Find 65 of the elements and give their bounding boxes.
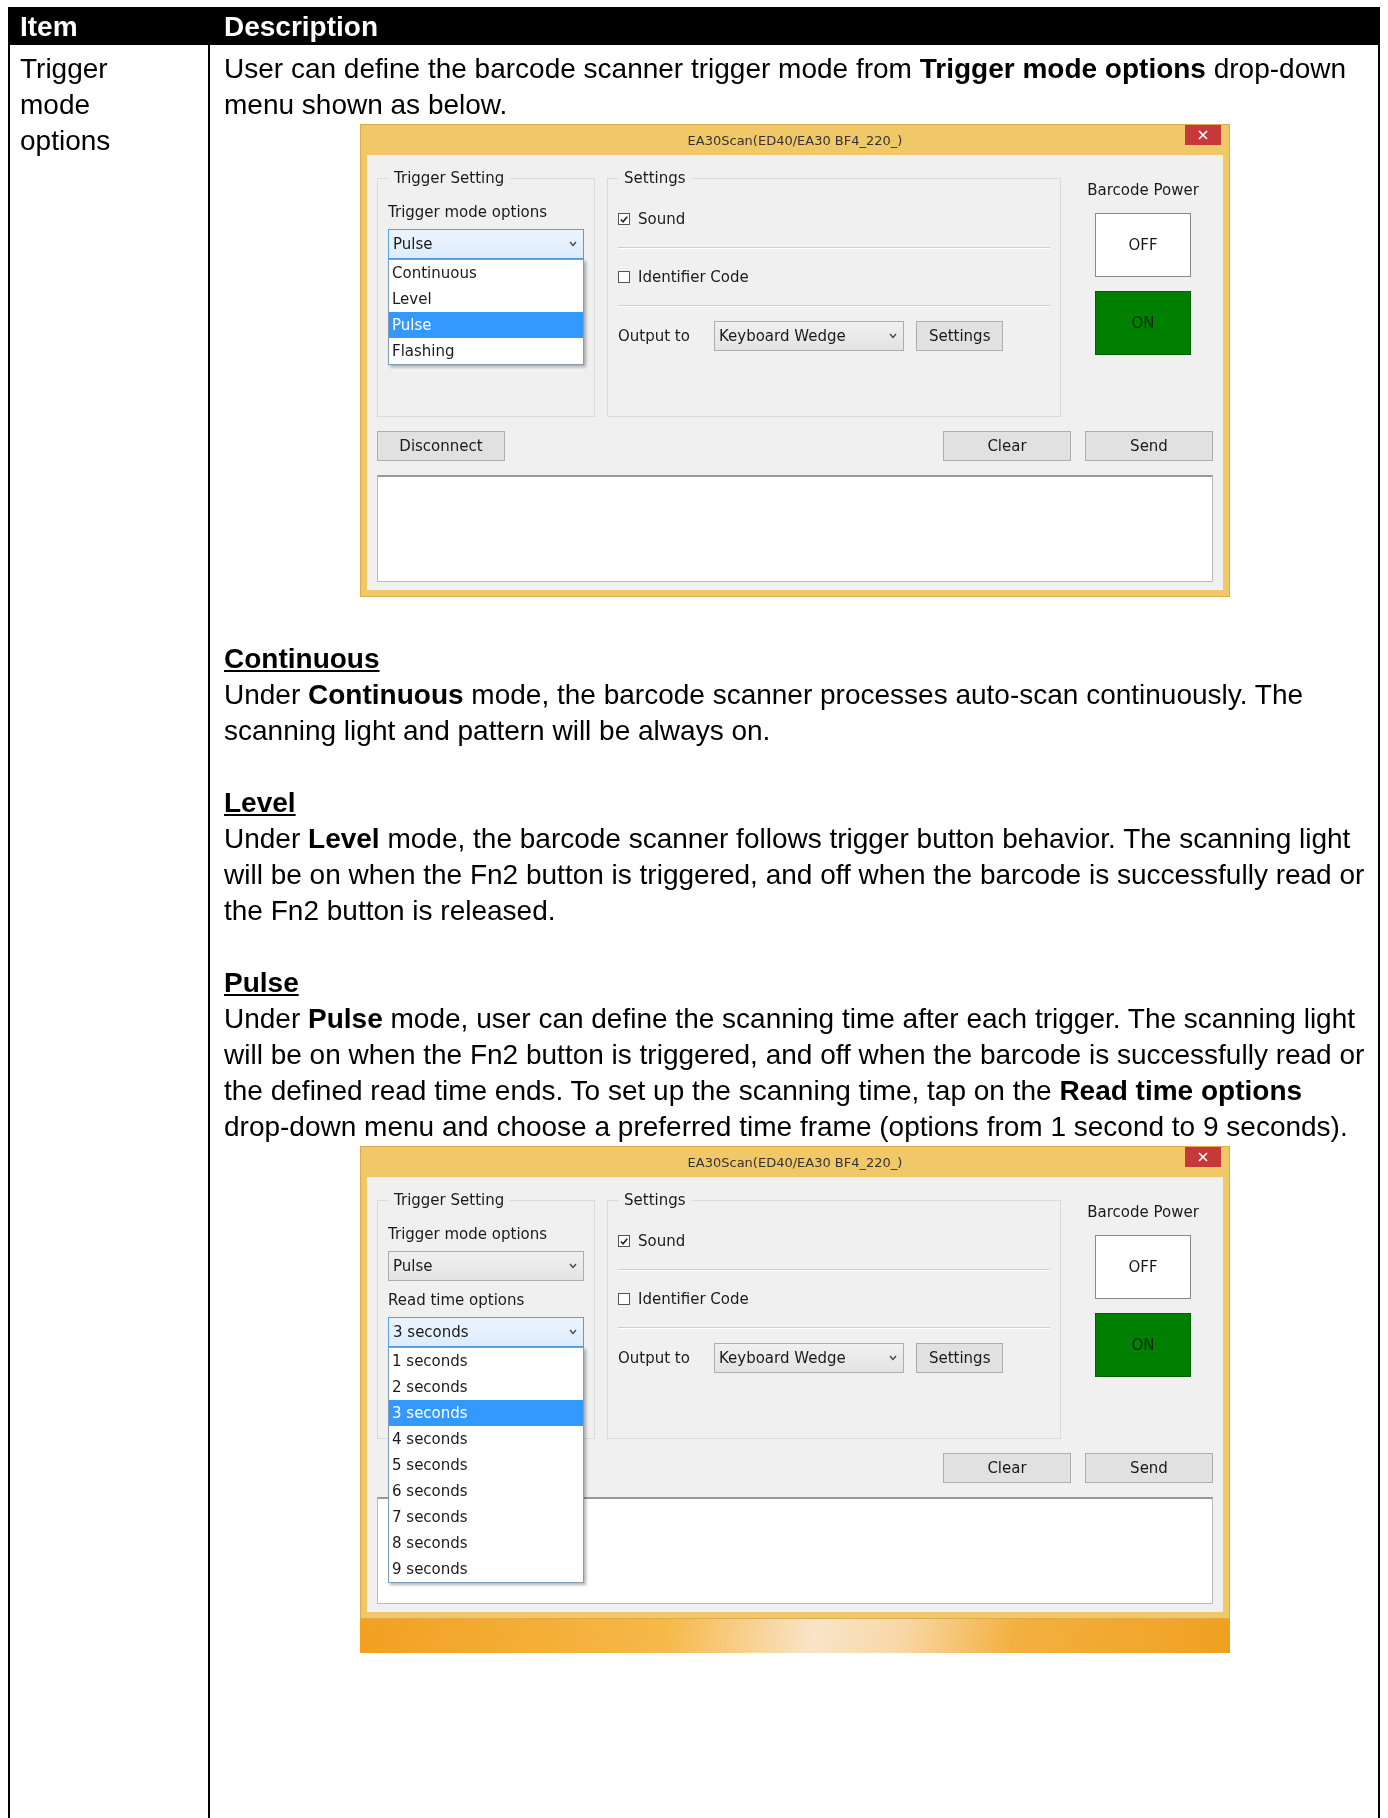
- caret-icon: [888, 333, 897, 339]
- output-label: Output to: [618, 1349, 690, 1367]
- dropdown-label: Trigger mode options: [388, 203, 549, 221]
- dropdown-option[interactable]: 2 seconds: [389, 1374, 583, 1400]
- group-title: Settings: [623, 169, 687, 187]
- checkbox-label: Sound: [638, 210, 686, 228]
- window-title: EA30Scan(ED40/EA30 BF4_220_): [687, 132, 903, 148]
- group-title: Trigger Setting: [393, 169, 506, 187]
- dropdown-option[interactable]: 5 seconds: [389, 1452, 583, 1478]
- description-text: Under Pulse mode, user can define the scanning time after each trigger. The scanning light will be on when the Fn2 button is triggered, and off when the barcode is successfully read or the defined read time ends. To set up the scanning time, tap on the Read time options drop-down menu and choose a preferred time frame (options from 1 second to 9 seconds).: [224, 1002, 1366, 1144]
- description-text: Under Continuous mode, the barcode scanner processes auto-scan continuously. The scanning light and pattern will be always on.: [224, 678, 1305, 748]
- close-button[interactable]: [1185, 125, 1221, 145]
- dropdown-label: Trigger mode options: [388, 1225, 549, 1243]
- window-button[interactable]: Send: [1085, 1453, 1213, 1483]
- dropdown[interactable]: Keyboard Wedge: [713, 1343, 904, 1373]
- dropdown-option[interactable]: Level: [389, 286, 583, 312]
- section-heading: Level: [224, 786, 297, 820]
- settings-button[interactable]: Settings: [915, 321, 1004, 351]
- checkbox-label: Sound: [638, 1232, 686, 1250]
- disconnect-button[interactable]: Disconnect: [377, 431, 505, 461]
- item-text: Trigger mode options: [20, 52, 112, 158]
- checkbox[interactable]: [618, 213, 630, 225]
- dropdown-option[interactable]: Continuous: [389, 260, 583, 286]
- dropdown-label: Read time options: [388, 1291, 526, 1309]
- output-label: Output to: [618, 327, 690, 345]
- window-button[interactable]: Clear: [943, 1453, 1071, 1483]
- settings-button[interactable]: Settings: [915, 1343, 1004, 1373]
- group-title: Settings: [623, 1191, 687, 1209]
- dropdown-option[interactable]: 7 seconds: [389, 1504, 583, 1530]
- caret-icon: [888, 1355, 897, 1361]
- caret-icon: [569, 1263, 577, 1269]
- description-text: User can define the barcode scanner trigger mode from Trigger mode options drop-down menu shown as below.: [224, 52, 1348, 122]
- section-heading: Pulse: [224, 966, 300, 1000]
- column-header: Description: [224, 11, 379, 42]
- dropdown-option[interactable]: 4 seconds: [389, 1426, 583, 1452]
- window-title: EA30Scan(ED40/EA30 BF4_220_): [687, 1154, 903, 1170]
- caret-icon: [569, 1329, 577, 1335]
- checkbox[interactable]: [618, 1235, 630, 1247]
- column-header: Item: [20, 11, 78, 42]
- power-label: Barcode Power: [1087, 181, 1199, 199]
- dropdown[interactable]: Pulse: [388, 1251, 584, 1281]
- dropdown[interactable]: Pulse: [388, 229, 584, 259]
- window-button[interactable]: Clear: [943, 431, 1071, 461]
- dropdown[interactable]: 3 seconds: [388, 1317, 584, 1347]
- checkbox-label: Identifier Code: [638, 1290, 749, 1308]
- section-heading: Continuous: [224, 642, 381, 676]
- checkbox-label: Identifier Code: [638, 268, 749, 286]
- checkbox[interactable]: [618, 1293, 630, 1305]
- power-button[interactable]: OFF: [1095, 213, 1191, 277]
- close-button[interactable]: [1185, 1147, 1221, 1167]
- dropdown-option[interactable]: 8 seconds: [389, 1530, 583, 1556]
- window-button[interactable]: Send: [1085, 431, 1213, 461]
- dropdown-option[interactable]: 1 seconds: [389, 1348, 583, 1374]
- close-icon: [1198, 1152, 1208, 1162]
- dropdown-option[interactable]: Flashing: [389, 338, 583, 364]
- checkbox[interactable]: [618, 271, 630, 283]
- power-label: Barcode Power: [1087, 1203, 1199, 1221]
- close-icon: [1198, 130, 1208, 140]
- dropdown-option[interactable]: 9 seconds: [389, 1556, 583, 1582]
- description-text: Under Level mode, the barcode scanner follows trigger button behavior. The scanning light will be on when the Fn2 button is triggered, and off when the barcode is successfully read or the Fn2 button is released.: [224, 822, 1366, 928]
- group-title: Trigger Setting: [393, 1191, 506, 1209]
- dropdown-option[interactable]: 6 seconds: [389, 1478, 583, 1504]
- caret-icon: [569, 241, 577, 247]
- dropdown[interactable]: Keyboard Wedge: [713, 321, 904, 351]
- power-button[interactable]: OFF: [1095, 1235, 1191, 1299]
